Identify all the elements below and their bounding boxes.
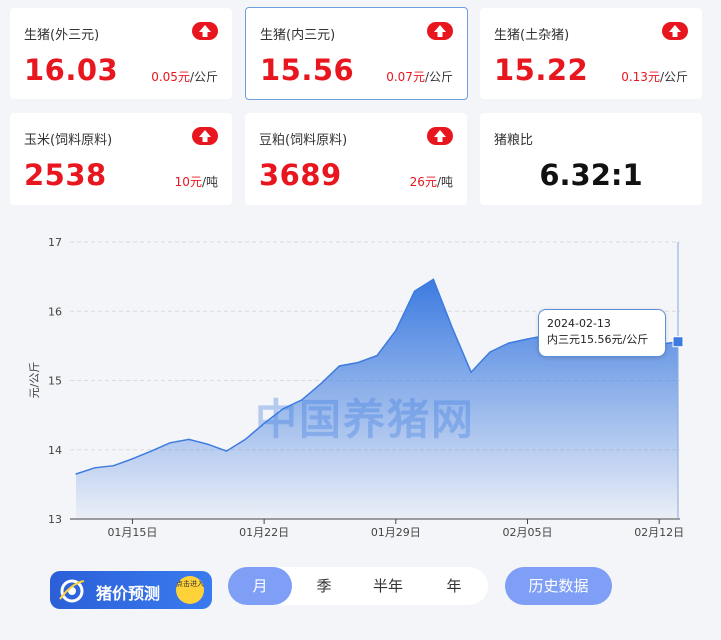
data-point xyxy=(207,443,209,445)
data-point xyxy=(470,371,472,373)
data-point xyxy=(94,467,96,469)
data-point xyxy=(282,408,284,410)
history-data-button[interactable]: 历史数据 xyxy=(505,567,612,605)
card-change: 10元/吨 xyxy=(174,175,218,189)
data-point xyxy=(432,278,435,280)
card-value: 6.32:1 xyxy=(539,158,643,192)
arrow-up-icon xyxy=(192,127,218,145)
data-point xyxy=(225,450,228,452)
price-card-nei-san-yuan[interactable]: 生猪(内三元) 15.56 0.07元/公斤 xyxy=(245,7,468,100)
data-point xyxy=(414,290,416,292)
tooltip-value: 内三元15.56元/公斤 xyxy=(547,333,649,346)
arrow-up-icon xyxy=(192,22,218,40)
x-tick-label: 02月05日 xyxy=(503,526,553,539)
card-value: 15.22 xyxy=(494,53,589,87)
data-point xyxy=(113,465,115,467)
x-tick-label: 01月29日 xyxy=(371,526,421,539)
arrow-up-icon xyxy=(427,127,453,145)
chart-tooltip: 2024-02-13 内三元15.56元/公斤 xyxy=(538,309,666,357)
data-point xyxy=(301,399,303,401)
forecast-icon xyxy=(59,579,85,603)
y-tick-label: 17 xyxy=(48,236,62,249)
y-tick-label: 15 xyxy=(48,375,62,388)
data-point xyxy=(188,438,190,440)
price-card-corn[interactable]: 玉米(饲料原料) 2538 10元/吨 xyxy=(10,113,232,205)
area-chart: 中国养猪网 13 14 15 16 17 01月15日 01月22日 01月29日 02月05… xyxy=(28,236,684,539)
highlighted-point[interactable] xyxy=(672,336,684,348)
y-tick-label: 14 xyxy=(48,444,62,457)
price-card-tu-za-zhu[interactable]: 生猪(土杂猪) 15.22 0.13元/公斤 xyxy=(480,8,702,99)
y-axis-label: 元/公斤 xyxy=(28,362,41,399)
card-value: 16.03 xyxy=(24,53,119,87)
data-point xyxy=(489,351,491,353)
data-point xyxy=(376,354,378,357)
card-change: 0.05元/公斤 xyxy=(151,70,218,84)
card-label: 生猪(土杂猪) xyxy=(494,28,570,43)
card-label: 猪粮比 xyxy=(494,133,534,148)
data-point xyxy=(526,338,529,340)
data-point xyxy=(75,473,77,475)
card-change: 0.07元/公斤 xyxy=(386,70,453,84)
data-point xyxy=(169,442,171,444)
arrow-up-icon xyxy=(427,22,453,40)
data-point xyxy=(150,450,152,452)
watermark: 中国养猪网 xyxy=(255,395,475,444)
card-value: 3689 xyxy=(259,158,342,192)
enter-badge: 点击进入 xyxy=(176,576,204,604)
tooltip-date: 2024-02-13 xyxy=(547,317,611,330)
period-option-half-year[interactable]: 半年 xyxy=(356,567,420,605)
y-tick-label: 16 xyxy=(48,305,62,318)
period-selector: 月 季 半年 年 xyxy=(228,567,488,605)
x-tick-label: 01月22日 xyxy=(239,526,289,539)
data-point xyxy=(395,330,397,332)
y-tick-label: 13 xyxy=(48,513,62,526)
card-value: 2538 xyxy=(24,158,107,192)
card-change: 26元/吨 xyxy=(409,175,453,189)
card-label: 豆粕(饲料原料) xyxy=(259,133,348,148)
period-option-month[interactable]: 月 xyxy=(228,567,292,605)
period-option-year[interactable]: 年 xyxy=(422,567,486,605)
card-label: 玉米(饲料原料) xyxy=(24,133,113,148)
card-change: 0.13元/公斤 xyxy=(621,70,688,84)
pig-price-forecast-button[interactable]: 猪价预测 点击进入 xyxy=(50,571,212,609)
x-tick-label: 01月15日 xyxy=(107,526,157,539)
arrow-up-icon xyxy=(662,22,688,40)
period-option-quarter[interactable]: 季 xyxy=(292,567,356,605)
x-tick-label: 02月12日 xyxy=(634,526,684,539)
data-point xyxy=(338,365,340,367)
data-point xyxy=(508,342,510,344)
price-card-soybean-meal[interactable]: 豆粕(饲料原料) 3689 26元/吨 xyxy=(245,113,467,205)
data-point xyxy=(263,422,265,425)
data-point xyxy=(357,361,359,364)
price-chart[interactable]: 中国养猪网 13 14 15 16 17 01月15日 01月22日 01月29日 02月05… xyxy=(0,222,721,552)
card-value: 15.56 xyxy=(260,53,355,87)
card-label: 生猪(外三元) xyxy=(24,28,100,43)
data-point xyxy=(244,438,246,440)
price-card-pig-grain-ratio[interactable]: 猪粮比 6.32:1 xyxy=(480,113,702,205)
data-point xyxy=(131,458,134,460)
data-point xyxy=(319,383,322,385)
price-card-wai-san-yuan[interactable]: 生猪(外三元) 16.03 0.05元/公斤 xyxy=(10,8,232,99)
card-label: 生猪(内三元) xyxy=(260,28,336,43)
data-point xyxy=(451,327,453,329)
forecast-label: 猪价预测 xyxy=(96,584,161,603)
